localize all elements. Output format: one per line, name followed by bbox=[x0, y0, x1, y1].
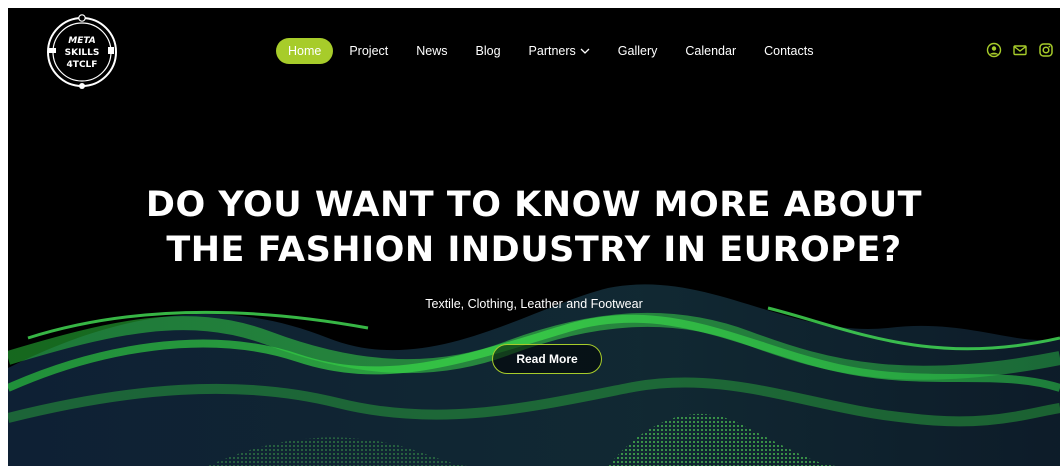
nav-item-partners[interactable]: Partners bbox=[529, 38, 590, 64]
hero-title: DO YOU WANT TO KNOW MORE ABOUT THE FASHI… bbox=[8, 183, 1060, 273]
hero-subtitle: Textile, Clothing, Leather and Footwear bbox=[425, 297, 643, 311]
logo-text-line3: 4TCLF bbox=[67, 60, 98, 70]
nav-item-gallery[interactable]: Gallery bbox=[618, 38, 658, 64]
nav-item-project[interactable]: Project bbox=[349, 38, 388, 64]
hero-section: META SKILLS 4TCLF Home Project News Blog… bbox=[8, 8, 1060, 466]
hero-title-line1: DO YOU WANT TO KNOW MORE ABOUT bbox=[145, 185, 923, 225]
mail-icon[interactable] bbox=[1012, 42, 1028, 58]
nav-item-calendar[interactable]: Calendar bbox=[685, 38, 736, 64]
logo-text-line2: SKILLS bbox=[65, 48, 100, 58]
user-circle-icon[interactable] bbox=[986, 42, 1002, 58]
site-logo[interactable]: META SKILLS 4TCLF bbox=[42, 12, 122, 92]
nav-item-home[interactable]: Home bbox=[276, 38, 334, 64]
read-more-button[interactable]: Read More bbox=[492, 344, 602, 374]
nav-item-contacts[interactable]: Contacts bbox=[764, 38, 813, 64]
header-icons bbox=[976, 42, 1054, 58]
nav-item-blog[interactable]: Blog bbox=[476, 38, 501, 64]
logo-text-line1: META bbox=[68, 36, 96, 46]
chevron-down-icon bbox=[580, 48, 590, 54]
main-nav: Home Project News Blog Partners Gallery … bbox=[276, 38, 841, 64]
instagram-icon[interactable] bbox=[1038, 42, 1054, 58]
hero-title-line2: THE FASHION INDUSTRY IN EUROPE? bbox=[166, 230, 902, 270]
nav-item-partners-label: Partners bbox=[528, 44, 576, 58]
nav-item-news[interactable]: News bbox=[416, 38, 447, 64]
